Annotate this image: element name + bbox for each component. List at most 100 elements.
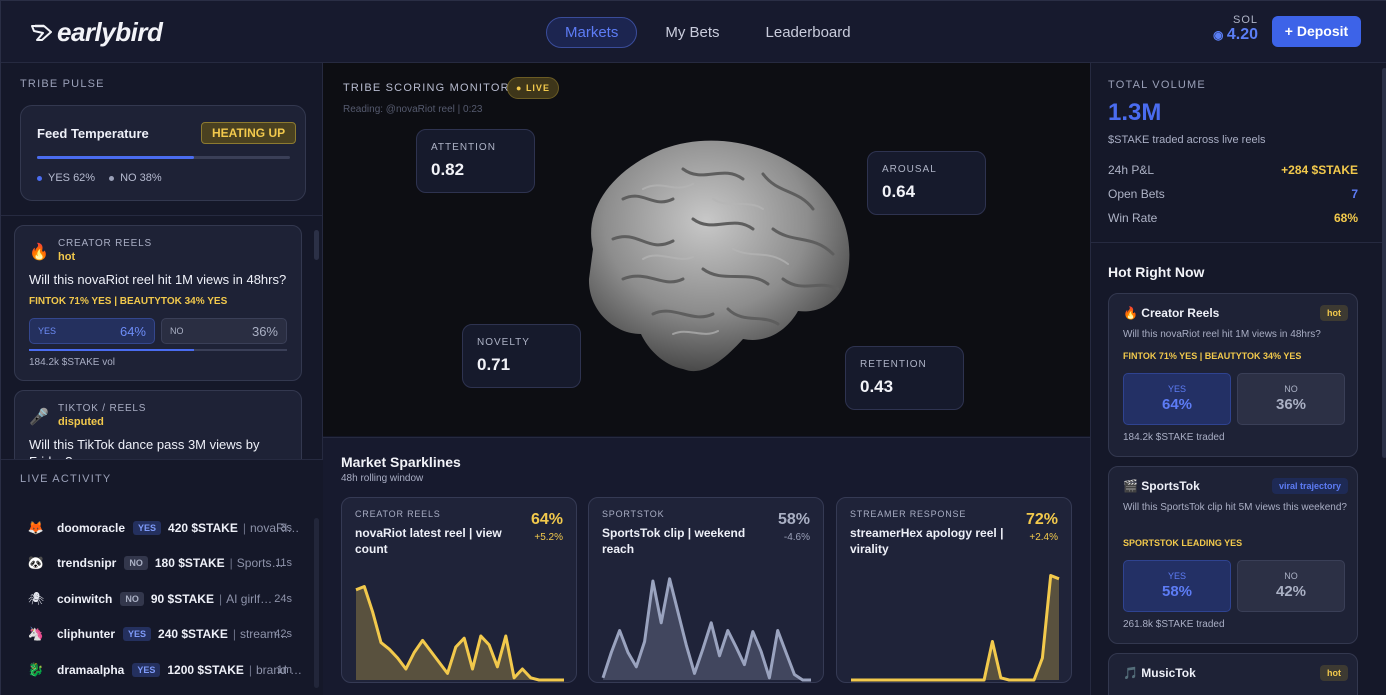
- yes-dot-icon: [37, 175, 42, 181]
- activity-time: 42s: [274, 628, 292, 641]
- wallet-currency: SOL: [1232, 14, 1258, 26]
- sparkline-card[interactable]: CREATOR REELS novaRiot latest reel | vie…: [341, 497, 577, 683]
- yes-legend-label: YES 62%: [48, 172, 96, 184]
- side-badge: YES: [132, 662, 161, 677]
- yes-label: YES: [38, 326, 57, 336]
- sol-icon: ◉: [1213, 28, 1227, 42]
- metric-label: AROUSAL: [882, 164, 937, 175]
- no-pct: 36%: [251, 324, 278, 339]
- bird-icon: [31, 24, 52, 41]
- market-category: TIKTOK / REELS: [58, 403, 147, 414]
- activity-desc: AI girlfriend: [226, 591, 276, 606]
- hot-card-volume: 261.8k $STAKE traded: [1123, 619, 1225, 630]
- feed-progress: [37, 156, 290, 159]
- sparkline-card[interactable]: STREAMER RESPONSE streamerHex apology re…: [836, 497, 1072, 683]
- market-question: Will this TikTok dance pass 3M views by …: [29, 437, 260, 459]
- market-card[interactable]: 🔥 CREATOR REELS hot Will this novaRiot r…: [14, 225, 302, 381]
- market-category: CREATOR REELS: [58, 238, 152, 249]
- feed-legend: YES 62% NO 38%: [37, 172, 162, 184]
- hot-card[interactable]: 🔥 Creator Reels hot Will this novaRiot r…: [1108, 293, 1358, 457]
- tab-my-bets[interactable]: My Bets: [647, 17, 737, 48]
- spark-category: CREATOR REELS: [355, 509, 441, 519]
- tab-leaderboard[interactable]: Leaderboard: [748, 17, 869, 48]
- spark-title: SportsTok clip | weekend reach: [602, 526, 746, 556]
- market-progress: [29, 349, 287, 351]
- stat-value: +284 $STAKE: [1281, 163, 1358, 177]
- hot-card[interactable]: 🎵 MusicTok hot: [1108, 653, 1358, 695]
- sparkline-card[interactable]: SPORTSTOK SportsTok clip | weekend reach…: [588, 497, 824, 683]
- stat-open-bets: Open Bets 7: [1108, 187, 1358, 201]
- markets-list[interactable]: 🔥 CREATOR REELS hot Will this novaRiot r…: [1, 215, 323, 459]
- activity-row[interactable]: 🐼 trendsnipr NO 180 $STAKE | SportsTok c…: [1, 546, 311, 582]
- right-scrollbar[interactable]: [1382, 68, 1386, 458]
- sparkline-line: [851, 574, 1060, 682]
- hot-list[interactable]: 🔥 Creator Reels hot Will this novaRiot r…: [1091, 293, 1386, 695]
- no-option-button[interactable]: NO 36%: [1237, 373, 1345, 425]
- live-badge: ● LIVE: [507, 77, 559, 99]
- sparklines-subtitle: 48h rolling window: [341, 473, 424, 484]
- hot-card-question: Will this SportsTok clip hit 5M views th…: [1123, 502, 1347, 513]
- activity-user: trendsnipr: [57, 556, 117, 571]
- wallet-balance: SOL ◉ 4.20: [1206, 14, 1258, 44]
- activity-amount: 1200 $STAKE: [167, 662, 244, 677]
- brand-logo[interactable]: earlybird: [31, 17, 163, 48]
- activity-row[interactable]: 🦄 cliphunter YES 240 $STAKE | streamerHe…: [1, 617, 311, 653]
- metric-retention: RETENTION 0.43: [845, 346, 964, 410]
- no-option-button[interactable]: NO 36%: [161, 318, 287, 344]
- deposit-button[interactable]: + Deposit: [1272, 16, 1361, 47]
- dragon-avatar-icon: 🐉: [27, 661, 45, 677]
- yes-option-button[interactable]: YES 64%: [1123, 373, 1231, 425]
- yes-option-button[interactable]: YES 58%: [1123, 560, 1231, 612]
- hot-card-title: 🔥 Creator Reels: [1123, 306, 1219, 320]
- activity-row[interactable]: 🕷 coinwitch NO 90 $STAKE | AI girlfriend…: [1, 581, 311, 617]
- viral-badge: viral trajectory: [1271, 478, 1348, 494]
- activity-row[interactable]: 🐉 dramaalpha YES 1200 $STAKE | brand dea…: [1, 652, 311, 688]
- activity-scrollbar[interactable]: [314, 518, 319, 688]
- yes-option-button[interactable]: YES 64%: [29, 318, 155, 344]
- feed-progress-fill: [37, 156, 194, 159]
- sparkline-chart: [601, 577, 811, 682]
- market-tag: disputed: [58, 416, 104, 428]
- spark-category: SPORTSTOK: [602, 509, 665, 519]
- activity-time: 3s: [280, 521, 292, 534]
- metric-label: RETENTION: [860, 359, 927, 370]
- hot-badge: hot: [1320, 305, 1348, 321]
- live-activity-panel: LIVE ACTIVITY 🦊 doomoracle YES 420 $STAK…: [1, 459, 323, 695]
- hot-card[interactable]: 🎬 SportsTok viral trajectory Will this S…: [1108, 466, 1358, 644]
- hot-card-title: 🎬 SportsTok: [1123, 479, 1200, 493]
- metric-value: 0.64: [882, 182, 916, 201]
- total-volume-label: TOTAL VOLUME: [1108, 79, 1206, 91]
- music-note-icon: 🎵: [1123, 666, 1138, 680]
- no-pct: 42%: [1275, 583, 1307, 600]
- main-nav: Markets My Bets Leaderboard: [546, 17, 869, 48]
- wallet-value: 4.20: [1226, 26, 1258, 43]
- unicorn-avatar-icon: 🦄: [27, 626, 45, 642]
- tab-markets[interactable]: Markets: [546, 17, 638, 48]
- activity-amount: 420 $STAKE: [168, 520, 238, 535]
- no-legend-label: NO 38%: [120, 172, 162, 184]
- live-activity-label: LIVE ACTIVITY: [20, 473, 112, 485]
- stat-pnl: 24h P&L +284 $STAKE: [1108, 163, 1358, 177]
- activity-row[interactable]: 🦊 doomoracle YES 420 $STAKE | novaRiot r…: [1, 510, 311, 546]
- stat-label: Open Bets: [1108, 187, 1165, 201]
- spark-pct: 58%: [777, 511, 810, 528]
- activity-time: 11s: [275, 557, 292, 570]
- no-option-button[interactable]: NO 42%: [1237, 560, 1345, 612]
- wallet-amount: ◉ 4.20: [1206, 26, 1258, 44]
- spark-title: novaRiot latest reel | view count: [355, 526, 502, 556]
- total-volume-sub: $STAKE traded across live reels: [1108, 134, 1266, 146]
- yes-pct: 58%: [1161, 583, 1193, 600]
- hot-card-name: MusicTok: [1141, 666, 1196, 680]
- activity-user: coinwitch: [57, 591, 113, 606]
- hot-card-name: Creator Reels: [1141, 306, 1220, 320]
- separator: |: [242, 520, 246, 535]
- market-card[interactable]: 🎤 TIKTOK / REELS disputed Will this TikT…: [14, 390, 302, 459]
- activity-list[interactable]: 🦊 doomoracle YES 420 $STAKE | novaRiot r…: [1, 510, 311, 688]
- stat-label: Win Rate: [1108, 211, 1158, 225]
- sparkline-chart: [851, 574, 1060, 682]
- clapperboard-icon: 🎬: [1123, 479, 1138, 493]
- no-legend: NO 38%: [109, 172, 162, 184]
- divider: [1091, 242, 1386, 243]
- markets-scrollbar[interactable]: [314, 230, 319, 260]
- separator: |: [229, 556, 233, 571]
